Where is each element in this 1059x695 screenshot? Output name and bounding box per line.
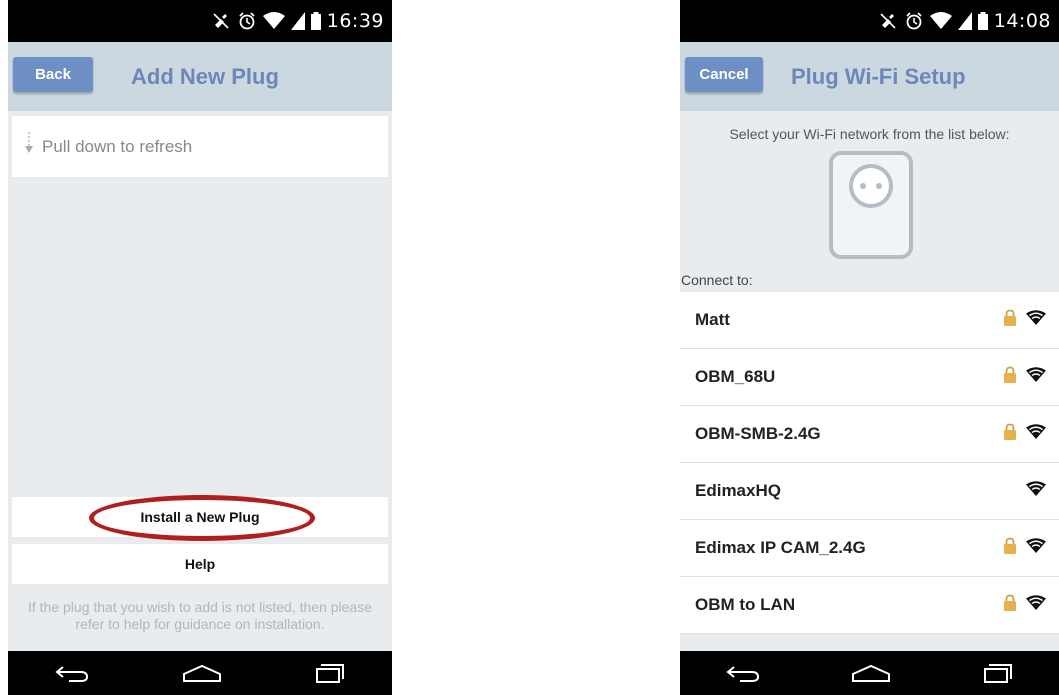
wifi-network-item[interactable]: EdimaxHQ xyxy=(680,463,1059,520)
title-bar: Cancel Plug Wi-Fi Setup xyxy=(680,42,1059,111)
wifi-status-icons xyxy=(1003,423,1047,445)
lock-icon xyxy=(1003,309,1017,331)
lock-icon xyxy=(1003,537,1017,559)
wifi-network-name: Matt xyxy=(695,310,730,329)
wifi-network-name: EdimaxHQ xyxy=(695,481,781,500)
wifi-network-name: OBM_68U xyxy=(695,367,776,386)
pull-to-refresh[interactable]: Pull down to refresh xyxy=(12,116,388,177)
wifi-signal-icon xyxy=(1025,423,1047,445)
back-nav-icon[interactable] xyxy=(55,663,89,683)
battery-icon xyxy=(310,12,321,30)
wifi-network-item[interactable]: Edimax IP CAM_2.4G xyxy=(680,520,1059,577)
back-nav-icon[interactable] xyxy=(726,663,760,683)
signal-icon xyxy=(957,12,972,30)
mute-icon xyxy=(878,11,898,31)
wifi-network-list: Matt OBM_68U OBM-SMB-2.4G EdimaxHQ Edimax IP… xyxy=(680,292,1059,634)
battery-icon xyxy=(977,12,988,30)
page-title: Plug Wi-Fi Setup xyxy=(791,64,966,89)
status-time: 16:39 xyxy=(326,10,384,32)
lock-icon xyxy=(1003,594,1017,616)
lock-icon xyxy=(1003,423,1017,445)
signal-icon xyxy=(290,12,305,30)
wifi-signal-icon xyxy=(1025,537,1047,559)
alarm-icon xyxy=(237,11,257,31)
wifi-status-icons xyxy=(1003,537,1047,559)
connect-label: Connect to: xyxy=(681,272,753,288)
phone-screen-plug-wifi-setup: 14:08 Cancel Plug Wi-Fi Setup Select you… xyxy=(680,0,1059,695)
wifi-signal-icon xyxy=(1025,309,1047,331)
back-button[interactable]: Back xyxy=(13,57,93,92)
recent-apps-icon[interactable] xyxy=(983,663,1013,683)
wifi-network-item[interactable]: OBM to LAN xyxy=(680,577,1059,634)
install-new-plug-button[interactable]: Install a New Plug xyxy=(12,497,388,537)
wifi-signal-icon xyxy=(1025,366,1047,388)
alarm-icon xyxy=(904,11,924,31)
navigation-bar xyxy=(8,651,392,695)
page-title: Add New Plug xyxy=(131,64,279,89)
wifi-network-name: OBM to LAN xyxy=(695,595,796,614)
mute-icon xyxy=(211,11,231,31)
phone-screen-add-new-plug: 16:39 Back Add New Plug Pull down to ref… xyxy=(8,0,392,695)
cancel-button[interactable]: Cancel xyxy=(685,57,763,92)
status-bar: 16:39 xyxy=(8,0,392,42)
wifi-signal-icon xyxy=(1025,594,1047,616)
title-bar: Back Add New Plug xyxy=(8,42,392,111)
smart-plug-icon xyxy=(828,150,914,260)
navigation-bar xyxy=(680,651,1059,695)
down-arrow-icon xyxy=(24,132,34,161)
wifi-network-item[interactable]: OBM-SMB-2.4G xyxy=(680,406,1059,463)
instruction-text: Select your Wi-Fi network from the list … xyxy=(729,126,1010,142)
status-bar: 14:08 xyxy=(680,0,1059,42)
wifi-network-item[interactable]: OBM_68U xyxy=(680,349,1059,406)
home-nav-icon[interactable] xyxy=(182,663,222,683)
refresh-hint: Pull down to refresh xyxy=(42,136,193,156)
wifi-icon xyxy=(262,12,285,30)
wifi-status-icons xyxy=(1025,480,1047,502)
footer-note: If the plug that you wish to add is not … xyxy=(28,599,372,632)
lock-icon xyxy=(1003,366,1017,388)
wifi-status-icons xyxy=(1003,309,1047,331)
wifi-icon xyxy=(929,12,952,30)
wifi-status-icons xyxy=(1003,594,1047,616)
wifi-network-name: OBM-SMB-2.4G xyxy=(695,424,821,443)
wifi-status-icons xyxy=(1003,366,1047,388)
wifi-network-name: Edimax IP CAM_2.4G xyxy=(695,538,866,557)
home-nav-icon[interactable] xyxy=(851,663,891,683)
status-time: 14:08 xyxy=(993,10,1051,32)
help-button[interactable]: Help xyxy=(12,544,388,584)
wifi-signal-icon xyxy=(1025,480,1047,502)
recent-apps-icon[interactable] xyxy=(315,663,345,683)
wifi-network-item[interactable]: Matt xyxy=(680,292,1059,349)
